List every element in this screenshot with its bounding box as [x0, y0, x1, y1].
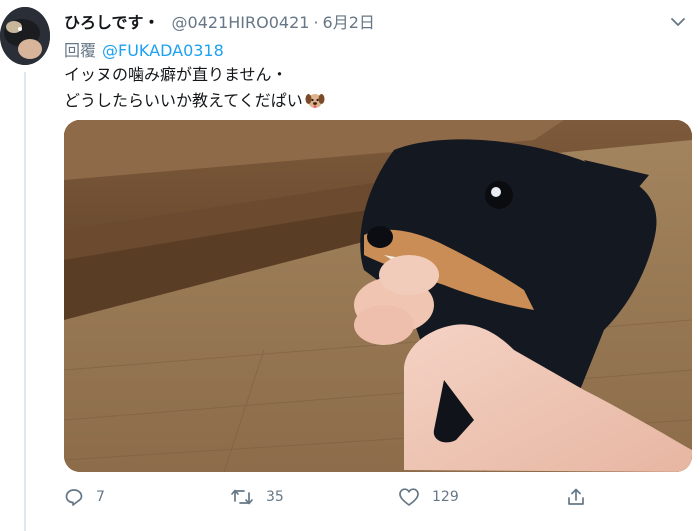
chevron-down-icon[interactable]: [668, 12, 688, 32]
reply-icon: [64, 487, 84, 507]
tweet-text-line-2: どうしたらいいか教えてくだぱい: [64, 91, 303, 110]
retweet-icon: [230, 487, 254, 507]
reply-prefix: 回覆: [64, 41, 97, 60]
tweet-date[interactable]: 6月2日: [323, 9, 375, 33]
retweet-button[interactable]: 35: [230, 487, 284, 507]
reply-mention-link[interactable]: @FUKADA0318: [102, 41, 224, 60]
reply-count: 7: [96, 489, 105, 505]
display-name[interactable]: ひろしです・: [64, 9, 160, 33]
like-button[interactable]: 129: [398, 487, 459, 507]
avatar[interactable]: [0, 7, 50, 65]
like-count: 129: [432, 489, 459, 505]
share-icon: [566, 487, 586, 507]
reply-button[interactable]: 7: [64, 487, 105, 507]
reply-context: 回覆 @FUKADA0318: [64, 37, 224, 61]
tweet-photo[interactable]: [64, 120, 692, 472]
retweet-count: 35: [266, 489, 284, 505]
tweet-text-line-1: イッヌの噛み癖が直りません・: [64, 65, 288, 84]
dog-face-icon: [305, 90, 325, 118]
user-handle[interactable]: @0421HIRO0421: [172, 13, 310, 32]
heart-icon: [398, 487, 420, 507]
share-button[interactable]: [566, 487, 586, 507]
thread-connector-line: [24, 72, 26, 531]
separator-dot: ·: [313, 13, 319, 32]
tweet-header: ひろしです・ @0421HIRO0421 · 6月2日: [64, 9, 375, 33]
tweet-text: イッヌの噛み癖が直りません・ どうしたらいいか教えてくだぱい: [64, 62, 325, 118]
tweet-actions-bar: 7 35 129: [64, 487, 624, 513]
